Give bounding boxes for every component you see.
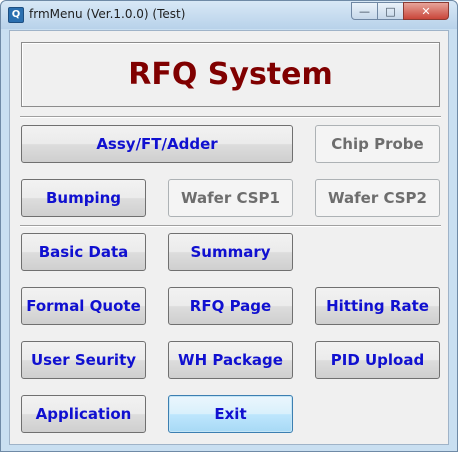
formal-quote-button[interactable]: Formal Quote (21, 287, 146, 325)
close-button[interactable]: ✕ (403, 2, 449, 20)
maximize-icon: □ (385, 4, 396, 18)
summary-button[interactable]: Summary (168, 233, 293, 271)
page-title: RFQ System (128, 57, 333, 92)
close-icon: ✕ (421, 4, 431, 18)
hitting-rate-button[interactable]: Hitting Rate (315, 287, 440, 325)
form-client-area: RFQ System Assy/FT/Adder Chip Probe Bump… (9, 30, 449, 445)
exit-button[interactable]: Exit (168, 395, 293, 433)
assy-ft-adder-button[interactable]: Assy/FT/Adder (21, 125, 293, 163)
minimize-button[interactable]: — (351, 2, 378, 20)
window-title: frmMenu (Ver.1.0.0) (Test) (29, 7, 186, 21)
bumping-button[interactable]: Bumping (21, 179, 146, 217)
chip-probe-button[interactable]: Chip Probe (315, 125, 440, 163)
divider-top (20, 116, 441, 118)
title-panel: RFQ System (21, 42, 440, 107)
wafer-csp1-button[interactable]: Wafer CSP1 (168, 179, 293, 217)
application-button[interactable]: Application (21, 395, 146, 433)
pid-upload-button[interactable]: PID Upload (315, 341, 440, 379)
app-window: Q frmMenu (Ver.1.0.0) (Test) — □ ✕ RFQ S… (0, 0, 458, 452)
wafer-csp2-button[interactable]: Wafer CSP2 (315, 179, 440, 217)
basic-data-button[interactable]: Basic Data (21, 233, 146, 271)
maximize-button[interactable]: □ (377, 2, 404, 20)
divider-middle (20, 225, 441, 227)
rfq-page-button[interactable]: RFQ Page (168, 287, 293, 325)
user-security-button[interactable]: User Seurity (21, 341, 146, 379)
wh-package-button[interactable]: WH Package (168, 341, 293, 379)
minimize-icon: — (359, 4, 370, 18)
app-q-icon[interactable]: Q (8, 7, 24, 23)
title-bar[interactable]: Q frmMenu (Ver.1.0.0) (Test) — □ ✕ (1, 1, 457, 29)
